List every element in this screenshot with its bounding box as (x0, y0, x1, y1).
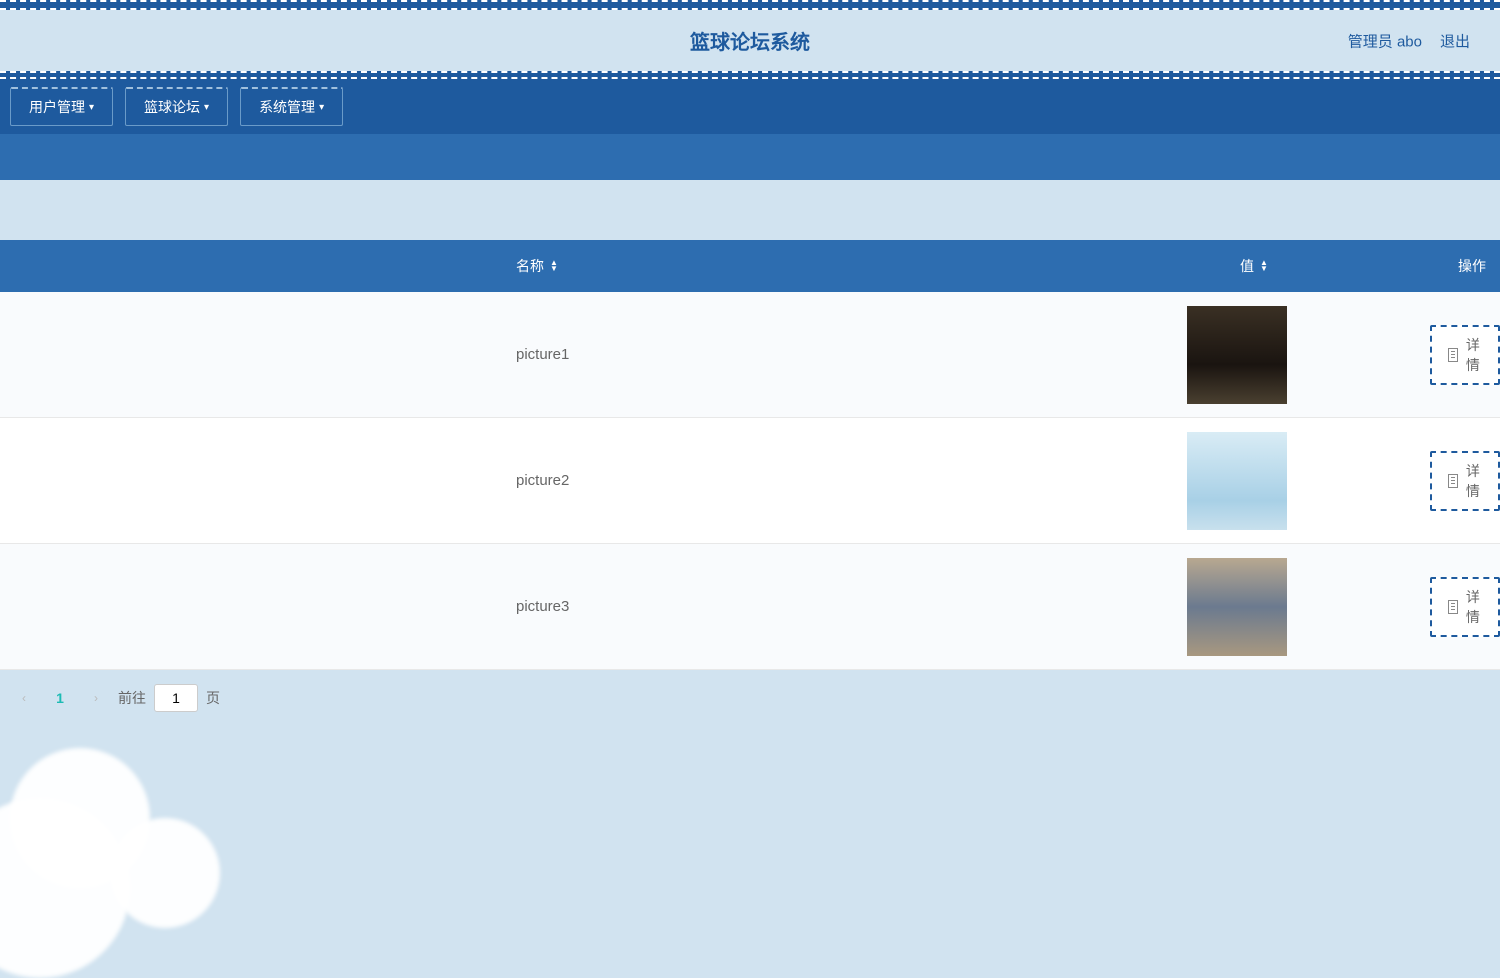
content-gap (0, 180, 1500, 240)
thumbnail-image[interactable] (1187, 432, 1287, 530)
nav-basketball-forum[interactable]: 篮球论坛 ▾ (125, 87, 228, 126)
thumbnail-image[interactable] (1187, 558, 1287, 656)
column-header-name[interactable]: 名称 ▲▼ (0, 256, 1154, 276)
chevron-down-icon: ▾ (319, 102, 324, 113)
header-divider (0, 71, 1500, 79)
cell-name: picture1 (0, 346, 1140, 363)
cell-value (1140, 306, 1335, 404)
detail-button[interactable]: 详情 (1430, 451, 1500, 511)
column-header-value[interactable]: 值 ▲▼ (1154, 256, 1354, 276)
column-value-label: 值 (1240, 256, 1254, 276)
document-icon (1448, 474, 1458, 488)
table-row: picture1 详情 (0, 292, 1500, 418)
sort-icon: ▲▼ (1260, 260, 1268, 272)
table-header-row: 名称 ▲▼ 值 ▲▼ 操作 (0, 240, 1500, 292)
column-name-label: 名称 (516, 256, 544, 276)
detail-label: 详情 (1464, 461, 1482, 501)
nav-bar: 用户管理 ▾ 篮球论坛 ▾ 系统管理 ▾ (0, 79, 1500, 134)
sub-navigation-bar (0, 134, 1500, 180)
cell-value (1140, 432, 1335, 530)
table-row: picture3 详情 (0, 544, 1500, 670)
nav-label: 系统管理 (259, 97, 315, 117)
column-header-action: 操作 (1354, 256, 1500, 276)
document-icon (1448, 600, 1458, 614)
nav-label: 用户管理 (29, 97, 85, 117)
pagination: ‹ 1 › 前往 页 (0, 670, 1500, 726)
next-page-button[interactable]: › (82, 684, 110, 712)
detail-button[interactable]: 详情 (1430, 577, 1500, 637)
cell-action: 详情 (1335, 577, 1500, 637)
chevron-down-icon: ▾ (89, 102, 94, 113)
cell-action: 详情 (1335, 325, 1500, 385)
decorative-cloud (0, 718, 250, 938)
page-number[interactable]: 1 (46, 684, 74, 712)
cell-name: picture3 (0, 598, 1140, 615)
goto-page-input[interactable] (154, 684, 198, 712)
cell-value (1140, 558, 1335, 656)
nav-label: 篮球论坛 (144, 97, 200, 117)
detail-button[interactable]: 详情 (1430, 325, 1500, 385)
cell-action: 详情 (1335, 451, 1500, 511)
chevron-down-icon: ▾ (204, 102, 209, 113)
nav-system-management[interactable]: 系统管理 ▾ (240, 87, 343, 126)
header-user-area: 管理员 abo 退出 (1348, 30, 1470, 51)
top-decorative-border (0, 0, 1500, 10)
header: 篮球论坛系统 管理员 abo 退出 (0, 10, 1500, 71)
table-row: picture2 详情 (0, 418, 1500, 544)
nav-user-management[interactable]: 用户管理 ▾ (10, 87, 113, 126)
detail-label: 详情 (1464, 335, 1482, 375)
thumbnail-image[interactable] (1187, 306, 1287, 404)
column-action-label: 操作 (1458, 258, 1486, 274)
app-title: 篮球论坛系统 (690, 26, 810, 55)
detail-label: 详情 (1464, 587, 1482, 627)
goto-prefix: 前往 (118, 688, 146, 708)
sort-icon: ▲▼ (550, 260, 558, 272)
admin-label[interactable]: 管理员 abo (1348, 30, 1422, 51)
document-icon (1448, 348, 1458, 362)
logout-link[interactable]: 退出 (1440, 30, 1470, 51)
goto-suffix: 页 (206, 688, 220, 708)
data-table: 名称 ▲▼ 值 ▲▼ 操作 picture1 详情 picture2 (0, 240, 1500, 670)
prev-page-button[interactable]: ‹ (10, 684, 38, 712)
cell-name: picture2 (0, 472, 1140, 489)
